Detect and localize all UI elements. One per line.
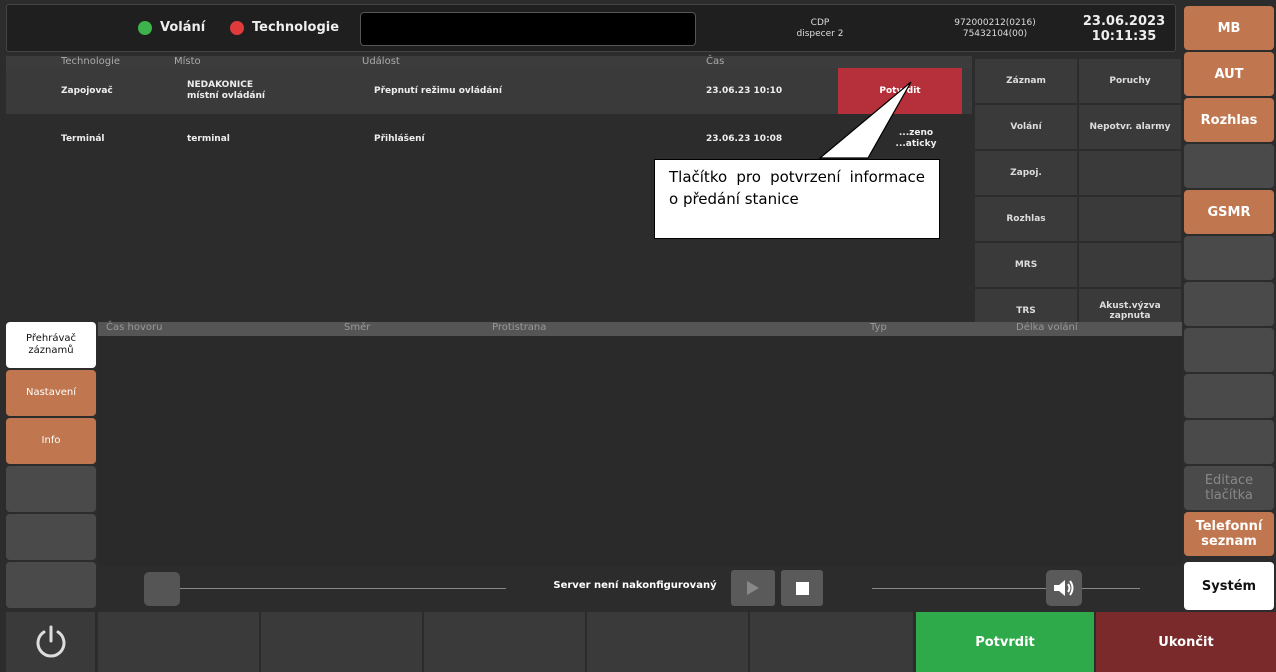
clock: 23.06.2023 10:11:35 [1074,14,1174,44]
time: 10:11:35 [1091,29,1157,44]
left-menu-empty[interactable] [6,466,96,512]
date: 23.06.2023 [1082,14,1166,29]
menu-gsmr-button[interactable]: GSMR [1184,190,1274,234]
menu-empty-button[interactable] [1184,374,1274,418]
power-icon [36,625,65,658]
stop-icon [795,581,809,595]
indicator-label: Technologie [252,20,340,35]
column-header: Čas hovoru [106,322,163,333]
event-technology: Terminál [61,133,105,144]
menu-rozhlas-button[interactable]: Rozhlas [1184,98,1274,142]
menu-aut-button[interactable]: AUT [1184,52,1274,96]
footer-end-button[interactable]: Ukončit [1096,612,1276,672]
volume-track [872,588,1140,589]
footer-empty-button[interactable] [261,612,423,672]
seek-handle[interactable] [144,572,180,606]
category-rozhlas[interactable]: Rozhlas [974,196,1078,242]
column-header: Směr [344,322,371,333]
menu-mb-button[interactable]: MB [1184,6,1274,50]
category-empty[interactable] [1078,196,1182,242]
footer-empty-button[interactable] [424,612,586,672]
play-button[interactable] [731,570,775,606]
power-button[interactable] [6,612,96,672]
recordings-header: Čas hovoru Směr Protistrana Typ Délka vo… [98,322,1182,336]
indicator-label: Volání [160,20,206,35]
dispatcher-name: dispecer 2 [796,29,844,39]
category-mrs[interactable]: MRS [974,242,1078,288]
event-time: 23.06.23 10:08 [706,133,783,144]
events-table-header: Technologie Místo Událost Čas [6,56,972,68]
column-header: Délka volání [1016,322,1078,333]
menu-empty-button[interactable] [1184,144,1274,188]
phone-info: 972000212(0216) 75432104(00) [940,18,1050,40]
station-info: CDP dispecer 2 [770,18,870,40]
category-zapojovac[interactable]: Zapoj. [974,150,1078,196]
message-display [360,12,696,46]
seek-track [160,588,506,589]
callout-annotation: Tlačítko pro potvrzení informace o předá… [654,159,940,239]
header: Volání Technologie CDP dispecer 2 972000… [0,0,1182,56]
category-grid: Záznam Poruchy Volání Nepotvr. alarmy Zapo… [974,58,1182,334]
category-empty[interactable] [1078,242,1182,288]
event-place: terminal [187,133,230,144]
left-menu-player[interactable]: Přehrávač záznamů [6,322,96,368]
column-header: Protistrana [492,322,547,333]
footer-empty-button[interactable] [587,612,749,672]
column-header: Technologie [61,56,121,67]
event-description: Přihlášení [374,133,425,144]
left-menu-empty[interactable] [6,562,96,608]
menu-phonebook-button[interactable]: Telefonní seznam [1184,512,1274,556]
category-zaznam[interactable]: Záznam [974,58,1078,104]
event-place: NEDAKONICE místní ovládání [187,80,265,101]
category-volani[interactable]: Volání [974,104,1078,150]
play-icon [747,581,759,595]
indicator-volani: Volání [138,20,205,35]
player-status: Server není nakonfigurovaný [553,580,717,591]
column-header: Událost [362,56,400,67]
footer-empty-button[interactable] [98,612,260,672]
left-menu-info[interactable]: Info [6,418,96,464]
menu-edit-buttons[interactable]: Editace tlačítka [1184,466,1274,510]
category-nepotvrzene-alarmy[interactable]: Nepotvr. alarmy [1078,104,1182,150]
speaker-icon [1054,580,1074,596]
column-header: Místo [174,56,201,67]
footer-empty-button[interactable] [750,612,914,672]
left-menu-settings[interactable]: Nastavení [6,370,96,416]
column-header: Čas [706,56,725,67]
left-menu-empty[interactable] [6,514,96,560]
category-poruchy[interactable]: Poruchy [1078,58,1182,104]
menu-empty-button[interactable] [1184,236,1274,280]
footer-confirm-button[interactable]: Potvrdit [916,612,1094,672]
event-description: Přepnutí režimu ovládání [374,85,502,96]
menu-empty-button[interactable] [1184,328,1274,372]
event-technology: Zapojovač [61,85,113,96]
column-header: Typ [870,322,887,333]
volume-handle[interactable] [1046,570,1082,606]
stop-button[interactable] [781,570,823,606]
category-empty[interactable] [1078,150,1182,196]
phone-number-2: 75432104(00) [962,29,1028,39]
menu-empty-button[interactable] [1184,420,1274,464]
menu-empty-button[interactable] [1184,282,1274,326]
menu-system-button[interactable]: Systém [1184,562,1274,610]
green-status-dot [138,20,152,35]
indicator-technologie: Technologie [230,20,339,35]
phone-number-1: 972000212(0216) [954,18,1036,28]
event-time: 23.06.23 10:10 [706,85,783,96]
red-status-dot [230,20,244,35]
station-name: CDP [810,18,830,28]
